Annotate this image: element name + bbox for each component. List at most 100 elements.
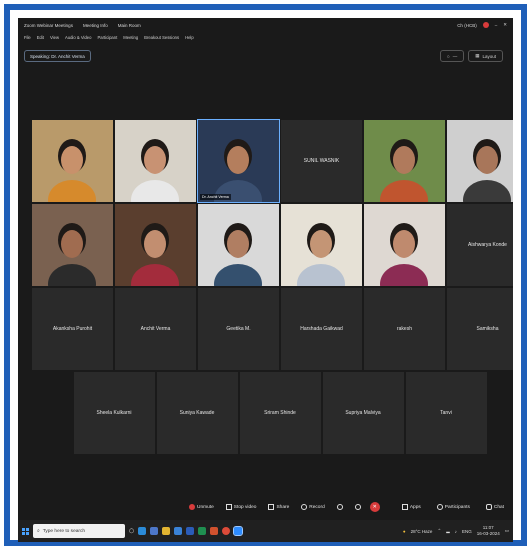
main-room-label[interactable]: Main Room — [118, 23, 141, 28]
participant-tile[interactable]: SUNIL WASNIK — [281, 120, 362, 202]
participant-tile[interactable]: Anchit Verma — [115, 288, 196, 370]
participant-tile[interactable] — [364, 120, 445, 202]
language-indicator[interactable]: ENG — [462, 529, 472, 534]
weather-text[interactable]: 28°C Haze — [411, 529, 433, 534]
participant-tile[interactable] — [32, 204, 113, 286]
participant-tile[interactable]: Akanksha Purohit — [32, 288, 113, 370]
menu-help[interactable]: Help — [185, 35, 194, 40]
meeting-info-button[interactable]: Meeting Info — [83, 23, 108, 28]
participant-tile[interactable] — [32, 120, 113, 202]
participant-tile[interactable]: Sriram Shinde — [239, 372, 321, 454]
participant-tile[interactable] — [281, 204, 362, 286]
chat-button[interactable]: Chat — [483, 501, 507, 513]
participant-name: Samiksha — [476, 326, 499, 332]
emoji-icon — [336, 504, 343, 510]
menu-edit[interactable]: Edit — [37, 35, 44, 40]
more-icon — [354, 504, 361, 510]
zoom-window: Zoom Webinar Meetings Meeting Info Main … — [18, 18, 513, 542]
participant-tile[interactable]: Sheela Kulkarni — [73, 372, 155, 454]
zoom-slider[interactable]: ○ — — [440, 50, 465, 62]
reactions-button[interactable] — [334, 501, 346, 513]
participant-tile[interactable]: Suniya Kawade — [156, 372, 238, 454]
taskbar-search-input[interactable]: ⌕ Type here to search — [33, 524, 125, 538]
window-status-text: Ch (HCB) — [457, 22, 477, 28]
slider-track[interactable]: — — [453, 54, 458, 59]
minimize-icon[interactable]: – — [495, 23, 498, 28]
participant-video — [32, 204, 113, 286]
search-icon: ⌕ — [37, 529, 40, 534]
participant-tile[interactable]: rakesh — [364, 288, 445, 370]
participant-video — [115, 204, 196, 286]
participants-button[interactable]: Participants — [434, 501, 473, 513]
menu-audio-video[interactable]: Audio & Video — [65, 35, 91, 40]
participant-video — [198, 120, 279, 202]
participant-tile[interactable]: Tanvi — [405, 372, 487, 454]
taskbar-app-excel-icon[interactable] — [198, 527, 207, 535]
stop-video-button[interactable]: Stop video — [223, 501, 260, 513]
tray-chevron-icon[interactable]: ⌃ — [437, 528, 441, 534]
participant-video — [198, 204, 279, 286]
menu-view[interactable]: View — [50, 35, 59, 40]
participant-tile[interactable]: Samiksha — [447, 288, 513, 370]
window-title: Zoom Webinar Meetings — [24, 22, 73, 28]
camera-icon — [225, 504, 232, 510]
share-button[interactable]: Share — [265, 501, 292, 513]
volume-icon[interactable]: ♪ — [455, 529, 457, 534]
weather-icon: ● — [402, 528, 406, 534]
clock-date: 16-03-2024 — [476, 531, 500, 536]
participant-tile[interactable] — [115, 120, 196, 202]
apps-icon — [401, 504, 408, 510]
participant-tile[interactable]: Supriya Malviya — [322, 372, 404, 454]
participant-tile[interactable] — [198, 204, 279, 286]
participant-tile[interactable]: Harshada Gaikwad — [281, 288, 362, 370]
task-view-icon[interactable]: ◯ — [129, 528, 134, 534]
taskbar-app-word-icon[interactable] — [186, 527, 195, 535]
participant-name: Aishwarya Konde — [468, 242, 507, 248]
participant-name: Sriram Shinde — [264, 410, 296, 416]
taskbar-app-store-icon[interactable] — [150, 527, 159, 535]
windows-start-icon[interactable] — [22, 527, 29, 535]
taskbar-app-mail-icon[interactable] — [174, 527, 183, 535]
participant-tile[interactable]: Dr. Anchit Verma — [197, 119, 280, 203]
apps-button[interactable]: Apps — [399, 501, 424, 513]
participant-tile[interactable] — [447, 120, 513, 202]
participant-name: Harshada Gaikwad — [300, 326, 343, 332]
share-icon — [268, 504, 275, 510]
taskbar-app-edge-icon[interactable] — [138, 527, 147, 535]
record-icon — [301, 504, 308, 510]
record-button[interactable]: Record — [298, 501, 327, 513]
leave-button[interactable]: ✕ — [369, 502, 380, 512]
more-button[interactable] — [352, 501, 364, 513]
participant-name: rakesh — [396, 326, 412, 332]
menu-meeting[interactable]: Meeting — [123, 35, 138, 40]
participants-label: Participants — [444, 504, 470, 510]
menu-file[interactable]: File — [24, 35, 31, 40]
participant-tile[interactable]: Geetika M. — [198, 288, 279, 370]
view-controls: ○ — ▦ Layout — [440, 50, 503, 62]
layout-button[interactable]: ▦ Layout — [468, 50, 503, 62]
apps-label: Apps — [409, 504, 421, 510]
menu-breakout[interactable]: Breakout Sessions — [144, 35, 179, 40]
taskbar-app-zoom-icon[interactable] — [233, 526, 244, 536]
taskbar-app-explorer-icon[interactable] — [162, 527, 171, 535]
participant-name: SUNIL WASNIK — [303, 158, 340, 164]
participant-video — [364, 204, 445, 286]
taskbar-app-powerpoint-icon[interactable] — [210, 527, 219, 535]
participant-tile[interactable] — [115, 204, 196, 286]
clock[interactable]: 11:07 16-03-2024 — [477, 525, 500, 537]
participant-name: Geetika M. — [226, 326, 251, 332]
participants-icon — [436, 504, 443, 510]
taskbar-app-chrome-icon[interactable] — [222, 527, 231, 535]
participant-video — [364, 120, 445, 202]
unmute-button[interactable]: Unmute — [186, 501, 217, 513]
speaking-indicator: Speaking: Dr. Anchit Verma — [24, 50, 91, 62]
unmute-label: Unmute — [197, 504, 214, 510]
participant-tile[interactable] — [364, 204, 445, 286]
participant-tile[interactable]: Aishwarya Konde — [447, 204, 513, 286]
leave-icon: ✕ — [372, 504, 377, 510]
notification-icon[interactable]: ▭ — [505, 528, 509, 534]
menu-participant[interactable]: Participant — [97, 35, 117, 40]
network-icon[interactable]: ▂ — [446, 528, 449, 534]
close-icon[interactable]: ✕ — [503, 22, 507, 28]
participant-name: Akanksha Purohit — [52, 326, 93, 332]
